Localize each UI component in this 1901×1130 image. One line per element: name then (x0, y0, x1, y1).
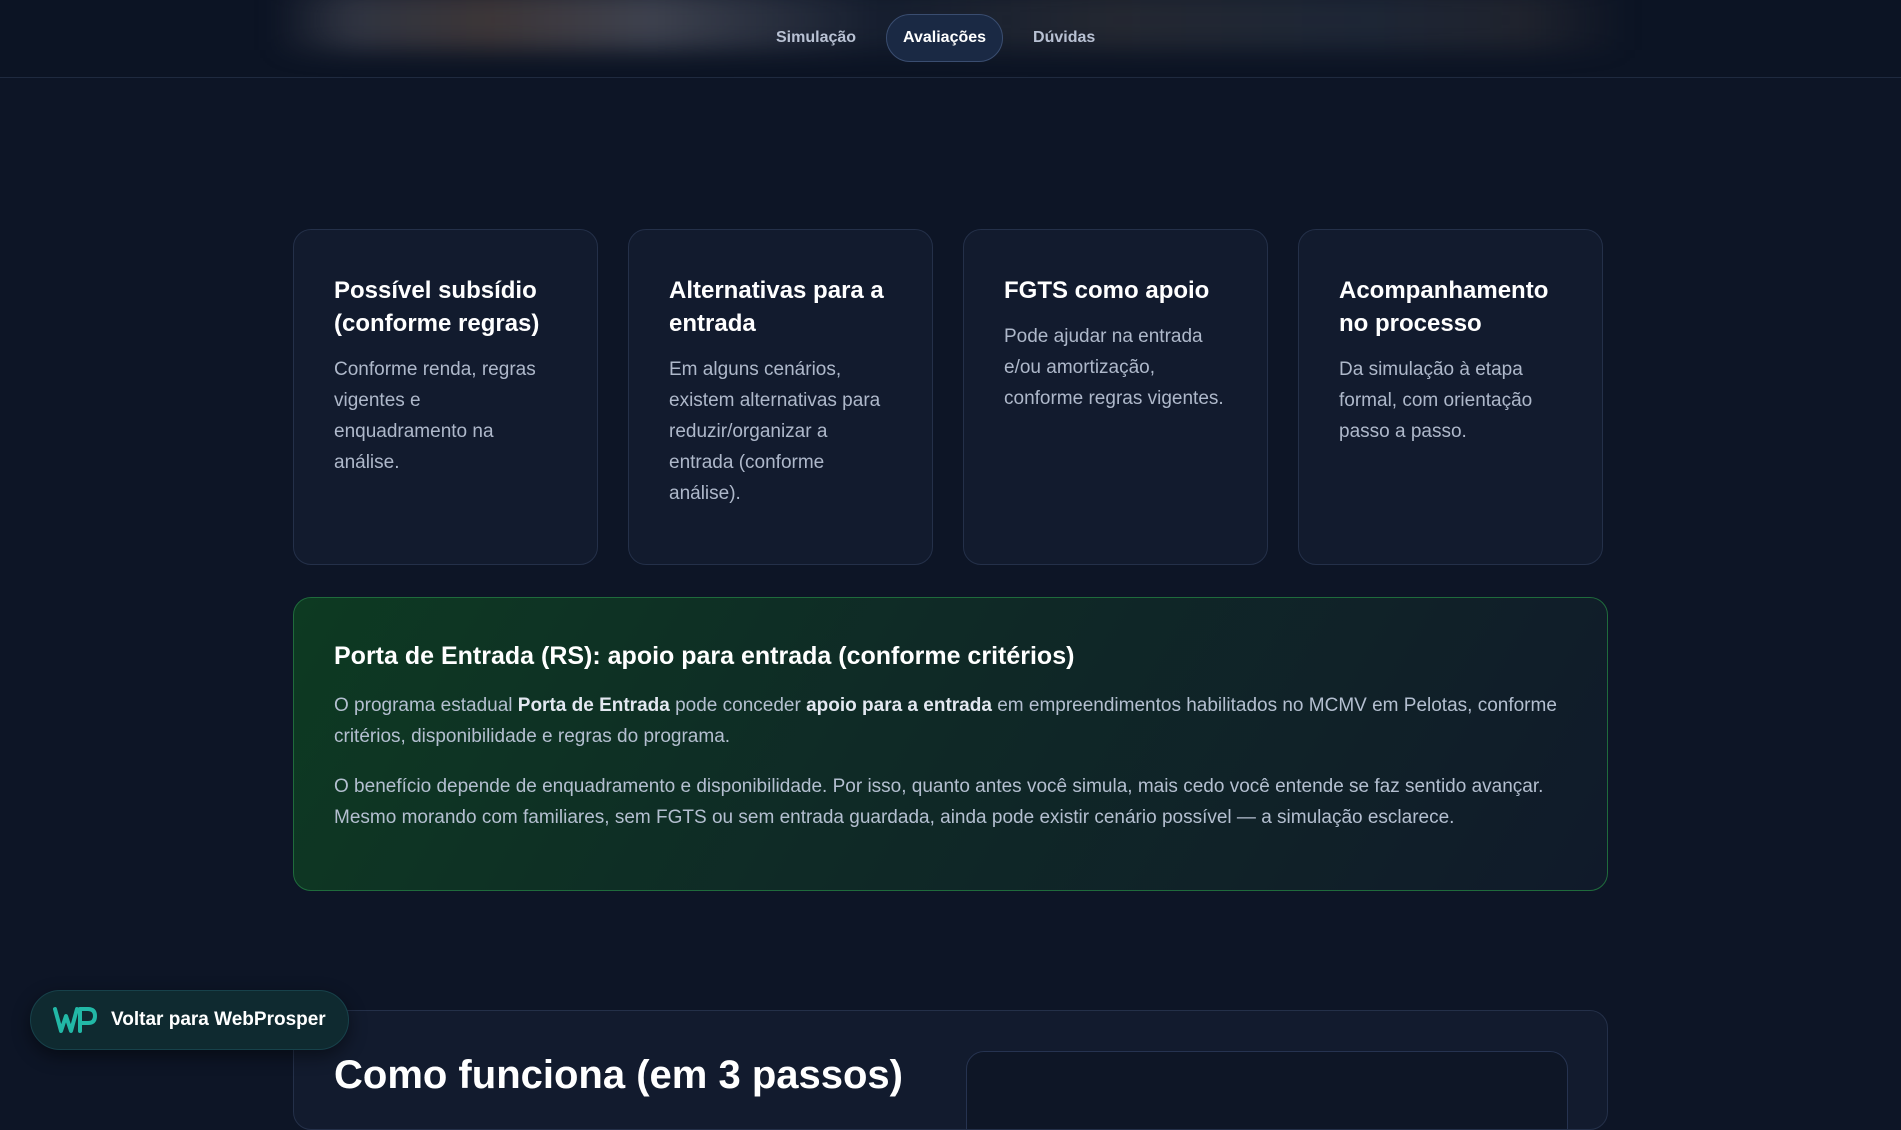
card-title: Acompanhamento no processo (1339, 277, 1549, 337)
back-to-webprosper-button[interactable]: Voltar para WebProsper (30, 990, 349, 1050)
benefit-cards: Possível subsídio (conforme regras) Conf… (293, 229, 1603, 565)
card-title: Alternativas para a entrada (669, 277, 884, 337)
benefit-card-subsidio: Possível subsídio (conforme regras) Conf… (293, 229, 598, 565)
benefit-card-acompanhamento: Acompanhamento no processo Da simulação … (1298, 229, 1603, 565)
tab-avaliacoes[interactable]: Avaliações (886, 14, 1004, 62)
porta-de-entrada-highlight: Porta de Entrada (RS): apoio para entrad… (293, 597, 1608, 891)
top-navigation-bar: Simulação Avaliações Dúvidas (0, 0, 1901, 78)
card-title: FGTS como apoio (1004, 277, 1210, 304)
tab-simulacao[interactable]: Simulação (760, 15, 872, 61)
highlight-paragraph-1: O programa estadual Porta de Entrada pod… (334, 690, 1567, 752)
benefit-card-fgts: FGTS como apoio Pode ajudar na entrada e… (963, 229, 1268, 565)
card-text: Da simulação à etapa formal, com orienta… (1339, 359, 1533, 442)
how-it-works-section: Como funciona (em 3 passos) (293, 1010, 1608, 1130)
highlight-paragraph-2: O benefício depende de enquadramento e d… (334, 776, 1544, 828)
how-it-works-panel (966, 1051, 1568, 1129)
section-tabs: Simulação Avaliações Dúvidas (760, 14, 1111, 62)
tab-duvidas[interactable]: Dúvidas (1017, 15, 1111, 61)
card-text: Em alguns cenários, existem alternativas… (669, 359, 881, 504)
card-title: Possível subsídio (conforme regras) (334, 277, 540, 337)
card-text: Conforme renda, regras vigentes e enquad… (334, 359, 536, 473)
p1-text-c: pode conceder (669, 695, 807, 716)
how-it-works-title: Como funciona (em 3 passos) (334, 1053, 903, 1097)
p1-text-a: O programa estadual (334, 695, 518, 716)
back-button-label: Voltar para WebProsper (111, 1009, 326, 1030)
webprosper-logo-icon (53, 1006, 97, 1034)
benefit-card-entrada: Alternativas para a entrada Em alguns ce… (628, 229, 933, 565)
highlight-title: Porta de Entrada (RS): apoio para entrad… (334, 642, 1075, 670)
card-text: Pode ajudar na entrada e/ou amortização,… (1004, 326, 1224, 409)
p1-emphasis-program: Porta de Entrada (517, 695, 670, 716)
p1-emphasis-support: apoio para a entrada (806, 695, 992, 716)
